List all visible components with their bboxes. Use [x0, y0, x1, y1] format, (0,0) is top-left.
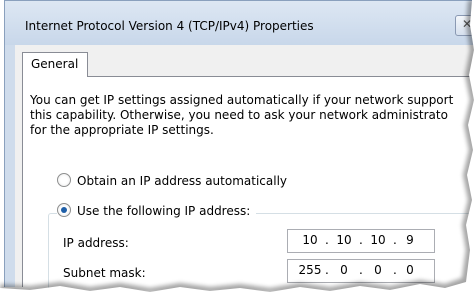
subnet-mask-label: Subnet mask:: [63, 266, 146, 280]
tab-general-label: General: [31, 57, 79, 71]
radio-obtain-automatically[interactable]: Obtain an IP address automatically: [57, 173, 287, 188]
mask-octet-1: 255: [298, 263, 322, 277]
ip-dot: .: [325, 233, 329, 247]
close-icon: ✕: [462, 17, 473, 31]
radio-manual-indicator[interactable]: [57, 203, 71, 217]
window-title: Internet Protocol Version 4 (TCP/IPv4) P…: [25, 19, 314, 33]
subnet-mask-input[interactable]: 255 . 0 . 0 . 0: [287, 259, 435, 283]
ip-address-label: IP address:: [63, 236, 129, 250]
description-line-3: for the appropriate IP settings.: [30, 123, 214, 137]
radio-use-following[interactable]: Use the following IP address:: [57, 203, 257, 218]
radio-auto-indicator[interactable]: [57, 173, 71, 187]
mask-octet-4: 0: [406, 263, 414, 277]
description-line-2: this capability. Otherwise, you need to …: [30, 108, 448, 122]
mask-octet-3: 0: [374, 263, 382, 277]
ip-dot: .: [325, 263, 329, 277]
close-button[interactable]: ✕: [455, 15, 476, 36]
ip-address-input[interactable]: 10 . 10 . 10 . 9: [287, 229, 435, 253]
ip-octet-3: 10: [370, 233, 386, 247]
ip-dot: .: [359, 263, 363, 277]
ip-octet-1: 10: [302, 233, 318, 247]
description-line-1: You can get IP settings assigned automat…: [30, 93, 454, 107]
radio-auto-label: Obtain an IP address automatically: [77, 174, 288, 188]
radio-manual-label: Use the following IP address:: [77, 204, 251, 218]
ip-dot: .: [359, 233, 363, 247]
tab-general[interactable]: General: [22, 52, 88, 77]
mask-octet-2: 0: [340, 263, 348, 277]
ip-octet-2: 10: [336, 233, 352, 247]
ip-octet-4: 9: [406, 233, 414, 247]
screenshot-canvas: Internet Protocol Version 4 (TCP/IPv4) P…: [0, 0, 476, 293]
title-bar: Internet Protocol Version 4 (TCP/IPv4) P…: [5, 1, 476, 45]
